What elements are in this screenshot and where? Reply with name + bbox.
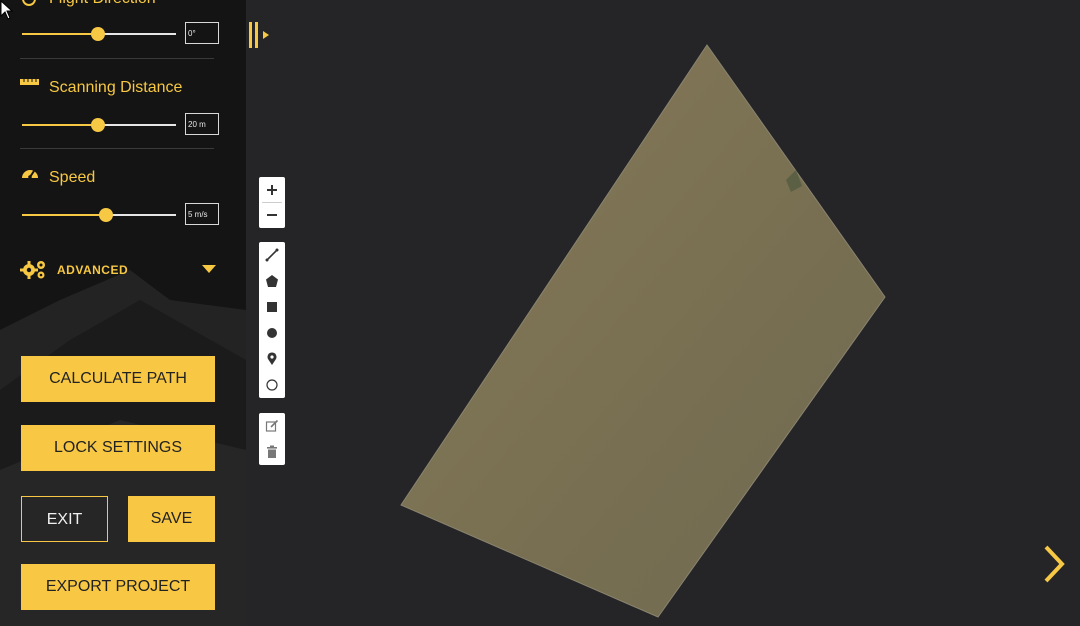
- slider-thumb[interactable]: [99, 208, 113, 222]
- speed-input[interactable]: 5 m/s: [185, 203, 219, 225]
- advanced-label: ADVANCED: [57, 263, 129, 277]
- polyline-icon: [265, 248, 279, 262]
- divider: [20, 58, 214, 59]
- advanced-toggle[interactable]: ADVANCED: [20, 258, 216, 280]
- save-button[interactable]: SAVE: [128, 496, 215, 542]
- slider-thumb[interactable]: [91, 118, 105, 132]
- speed-label: Speed: [49, 169, 96, 186]
- pentagon-icon: [266, 275, 278, 287]
- slider-thumb[interactable]: [91, 27, 105, 41]
- edit-icon: [265, 419, 279, 432]
- flight-direction-input[interactable]: 0°: [185, 22, 219, 44]
- speed-slider[interactable]: [22, 208, 176, 222]
- draw-polygon-button[interactable]: [259, 268, 285, 294]
- flight-direction-label: Flight Direction: [49, 0, 156, 8]
- delete-layers-button[interactable]: [259, 439, 285, 465]
- exit-button[interactable]: EXIT: [21, 496, 108, 542]
- gears-icon: [20, 261, 45, 279]
- draw-circle-button[interactable]: [259, 320, 285, 346]
- draw-polyline-button[interactable]: [259, 242, 285, 268]
- divider: [20, 148, 214, 149]
- zoom-in-button[interactable]: [259, 177, 285, 203]
- collapse-sidebar-icon[interactable]: [247, 20, 271, 50]
- zoom-out-button[interactable]: [259, 202, 285, 228]
- mouse-cursor-icon: [0, 0, 14, 20]
- scanning-distance-input[interactable]: 20 m: [185, 113, 219, 135]
- speedometer-icon: [22, 170, 38, 179]
- field-overlay[interactable]: [246, 0, 1080, 626]
- draw-circle-marker-button[interactable]: [259, 372, 285, 398]
- trash-icon: [267, 445, 277, 458]
- compass-icon: [22, 0, 36, 6]
- chevron-right-icon[interactable]: [1040, 543, 1070, 585]
- map-canvas[interactable]: [246, 0, 1080, 626]
- scanning-distance-slider[interactable]: [22, 118, 176, 132]
- draw-toolbar: [259, 242, 285, 398]
- plus-icon: [267, 185, 277, 195]
- map-pin-icon: [267, 352, 277, 365]
- scanning-distance-label: Scanning Distance: [49, 79, 183, 96]
- circle-icon: [267, 328, 277, 338]
- edit-layers-button[interactable]: [259, 413, 285, 439]
- minus-icon: [267, 214, 277, 216]
- chevron-down-icon[interactable]: [202, 265, 216, 274]
- imagery-polygon[interactable]: [400, 44, 886, 618]
- draw-rectangle-button[interactable]: [259, 294, 285, 320]
- square-icon: [267, 302, 277, 312]
- edit-toolbar: [259, 413, 285, 465]
- export-project-button[interactable]: EXPORT PROJECT: [21, 564, 215, 610]
- lock-settings-button[interactable]: LOCK SETTINGS: [21, 425, 215, 471]
- zoom-control: [259, 177, 285, 228]
- circle-outline-icon: [266, 379, 278, 391]
- ruler-icon: [20, 79, 39, 85]
- flight-direction-slider[interactable]: [22, 27, 176, 41]
- draw-marker-button[interactable]: [259, 346, 285, 372]
- calculate-path-button[interactable]: CALCULATE PATH: [21, 356, 215, 402]
- settings-sidebar: Flight Direction 0° Scanning Distance 20…: [0, 0, 246, 626]
